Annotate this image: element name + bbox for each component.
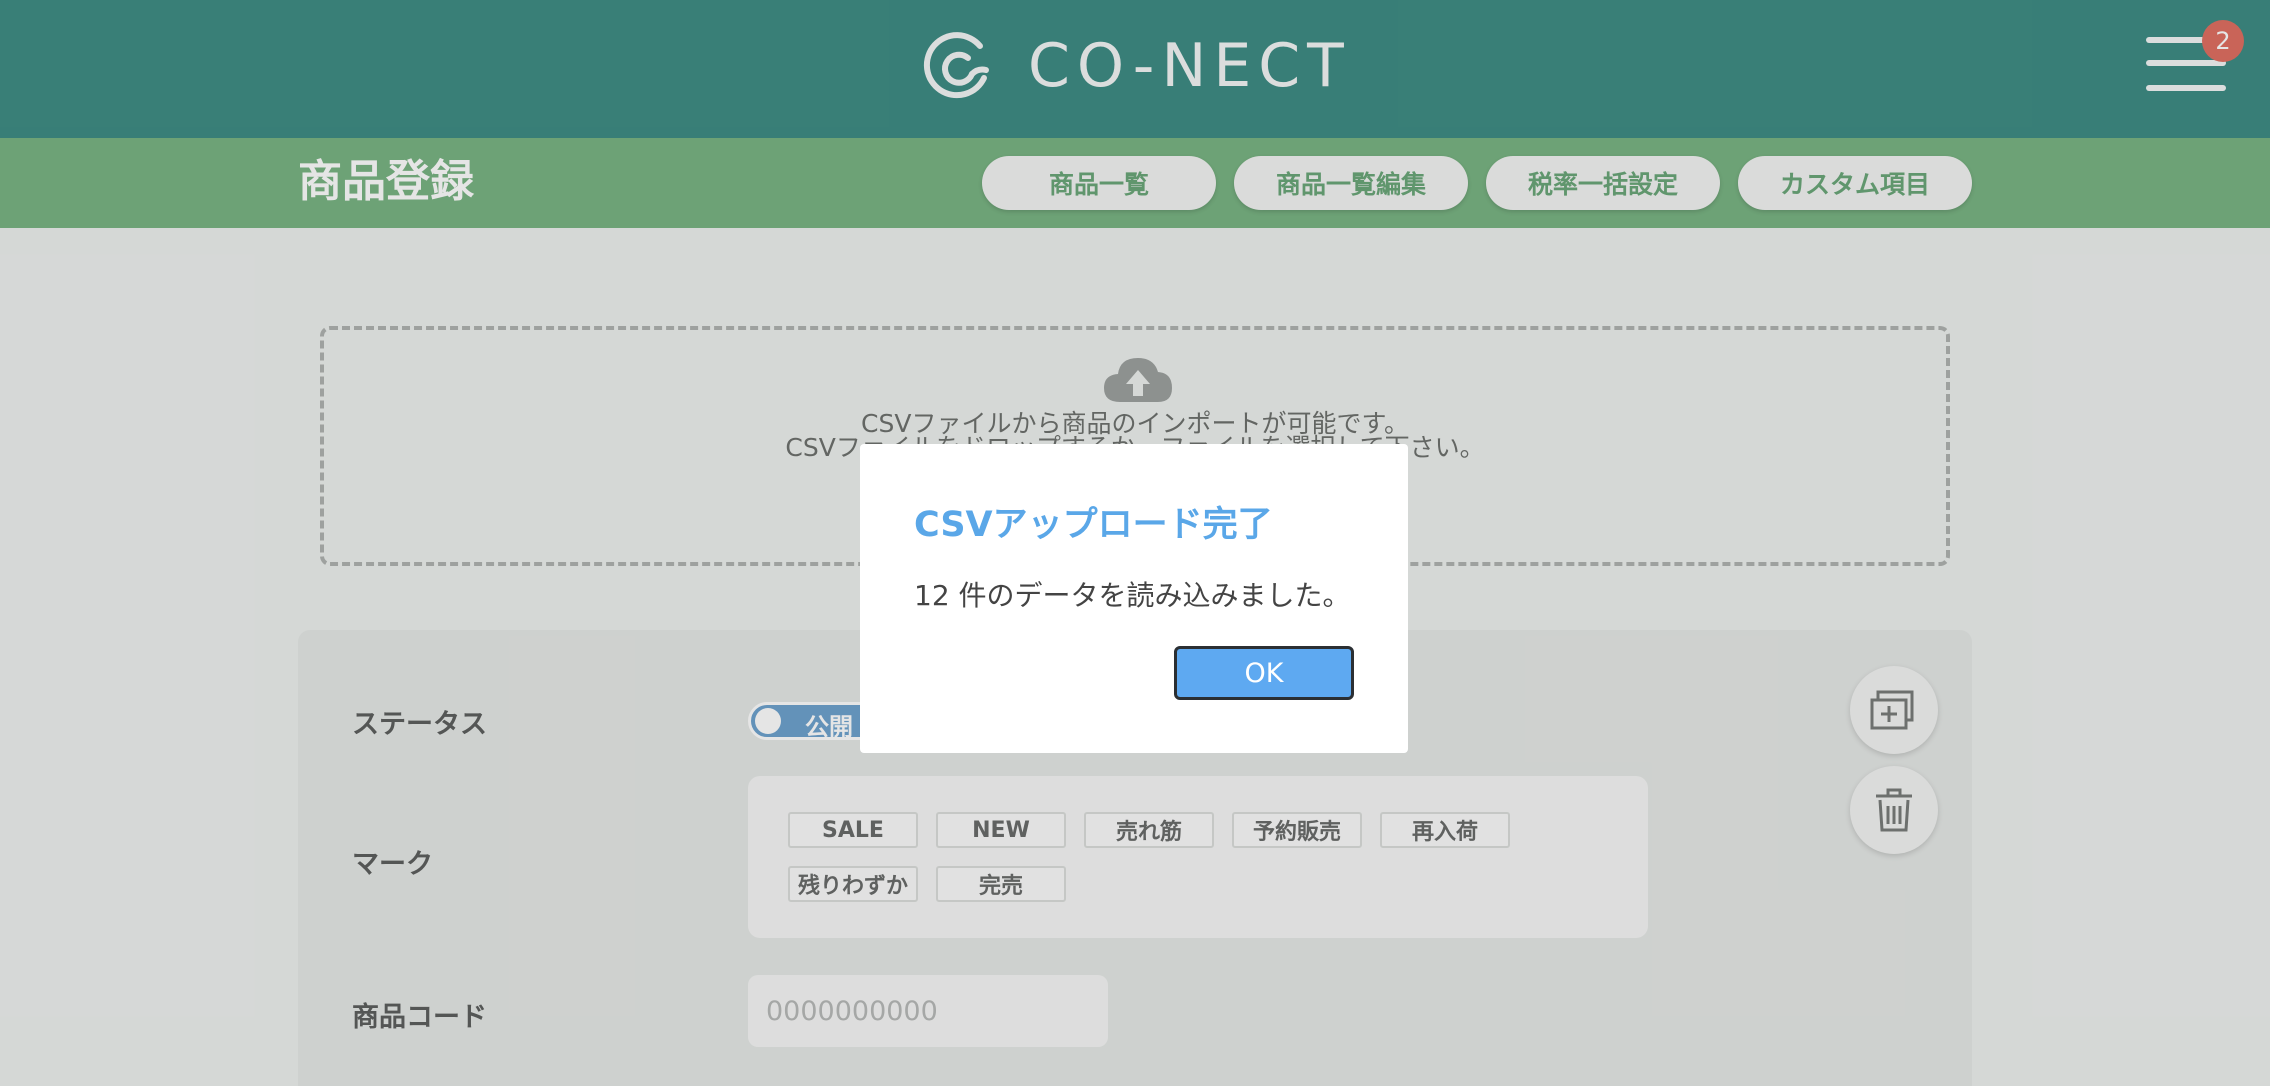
- dialog-title: CSVアップロード完了: [914, 505, 1273, 545]
- dialog-message: 12 件のデータを読み込みました。: [914, 579, 1351, 612]
- ok-button[interactable]: OK: [1174, 646, 1354, 700]
- csv-upload-complete-dialog: CSVアップロード完了 12 件のデータを読み込みました。 OK: [860, 444, 1408, 753]
